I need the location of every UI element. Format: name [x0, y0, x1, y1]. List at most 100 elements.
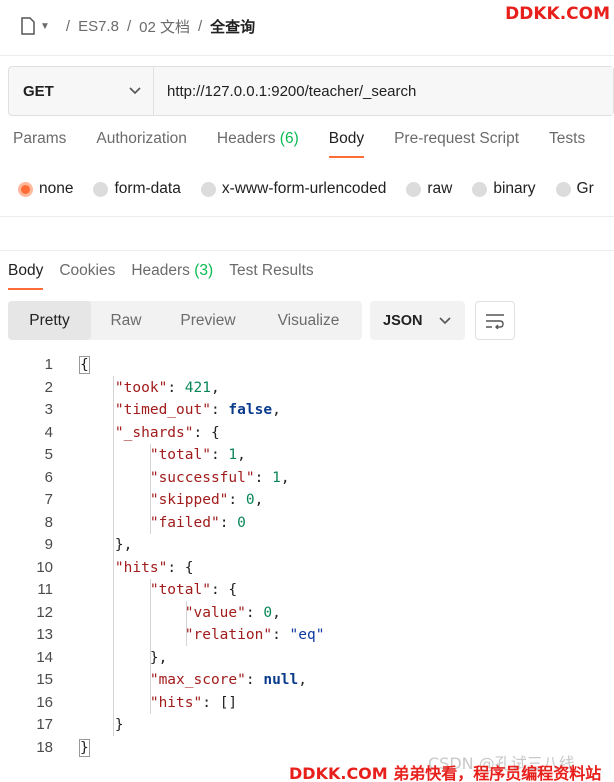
- radio-dot: [18, 181, 33, 197]
- code-text: "total": 1,: [149, 447, 246, 463]
- line-number: 5: [44, 446, 53, 463]
- tab-pre-request-script[interactable]: Pre-request Script: [394, 130, 519, 158]
- tab-response-headers[interactable]: Headers (3): [131, 262, 213, 290]
- line-number: 10: [36, 558, 53, 576]
- line-number: 11: [37, 581, 53, 598]
- code-line: 15 "max_score": null,: [0, 669, 614, 692]
- chevron-down-icon[interactable]: ▼: [40, 21, 50, 32]
- line-number: 18: [36, 738, 53, 756]
- method-label: GET: [23, 82, 54, 100]
- divider: [0, 55, 614, 56]
- code-line: 9 },: [0, 534, 614, 557]
- code-text: "timed_out": false,: [114, 402, 281, 418]
- line-number: 13: [36, 626, 53, 643]
- code-line: 12 "value": 0,: [0, 602, 614, 625]
- chevron-down-icon: [129, 87, 141, 95]
- line-number: 3: [44, 401, 53, 418]
- code-line: 6 "successful": 1,: [0, 467, 614, 490]
- view-pretty-button[interactable]: Pretty: [8, 301, 91, 340]
- code-line: 1{: [0, 354, 614, 377]
- code-line: 11 "total": {: [0, 579, 614, 602]
- radio-raw[interactable]: raw: [406, 180, 452, 198]
- code-line: 8 "failed": 0: [0, 512, 614, 535]
- format-label: JSON: [383, 312, 423, 329]
- line-number: 4: [44, 423, 53, 441]
- line-number: 15: [36, 671, 53, 688]
- tab-tests[interactable]: Tests: [549, 130, 585, 158]
- code-text: "skipped": 0,: [149, 492, 264, 508]
- tab-body[interactable]: Body: [328, 130, 365, 158]
- code-text: "total": {: [149, 582, 238, 598]
- code-line: 10 "hits": {: [0, 557, 614, 580]
- response-tabs: Body Cookies Headers (3) Test Results: [8, 262, 330, 290]
- request-tabs: Params Authorization Headers (6) Body Pr…: [13, 130, 614, 158]
- breadcrumb-item-collection[interactable]: ES7.8: [78, 18, 119, 35]
- body-type-options: none form-data x-www-form-urlencoded raw…: [18, 180, 614, 198]
- breadcrumb-item-folder[interactable]: 02 文档: [139, 16, 190, 37]
- code-line: 17 }: [0, 714, 614, 737]
- view-raw-button[interactable]: Raw: [91, 301, 161, 340]
- code-line: 16 "hits": []: [0, 692, 614, 715]
- code-text: }: [80, 717, 124, 733]
- radio-dot: [406, 181, 422, 197]
- breadcrumb: ▼ / ES7.8 / 02 文档 / 全查询: [20, 12, 255, 40]
- line-number: 14: [36, 648, 53, 666]
- headers-count: (6): [279, 130, 299, 147]
- view-visualize-button[interactable]: Visualize: [255, 301, 362, 340]
- code-text: "value": 0,: [184, 604, 281, 621]
- line-number: 16: [36, 693, 53, 711]
- line-number: 6: [44, 468, 53, 486]
- code-line: 5 "total": 1,: [0, 444, 614, 467]
- code-text: "max_score": null,: [149, 672, 307, 688]
- code-text: "took": 421,: [114, 379, 220, 396]
- watermark-bottom: DDKK.COM 弟弟快看，程序员编程资料站: [289, 764, 602, 782]
- tab-authorization[interactable]: Authorization: [96, 130, 186, 158]
- code-text: "hits": {: [114, 559, 194, 576]
- line-number: 9: [44, 536, 53, 553]
- tab-headers[interactable]: Headers (6): [217, 130, 299, 158]
- document-icon: [21, 17, 35, 35]
- code-text: "relation": "eq": [184, 627, 325, 643]
- code-text: {: [79, 356, 90, 374]
- radio-binary[interactable]: binary: [472, 180, 536, 198]
- request-bar: GET http://127.0.0.1:9200/teacher/_searc…: [8, 66, 614, 116]
- tab-params[interactable]: Params: [13, 130, 66, 158]
- line-number: 2: [44, 378, 53, 396]
- wrap-lines-button[interactable]: [475, 301, 515, 340]
- radio-dot: [472, 181, 488, 197]
- method-select[interactable]: GET: [9, 67, 154, 115]
- code-line: 7 "skipped": 0,: [0, 489, 614, 512]
- response-body-viewer[interactable]: 1{ 2 "took": 421, 3 "timed_out": false, …: [0, 354, 614, 759]
- format-select[interactable]: JSON: [370, 301, 465, 340]
- code-text: "failed": 0: [149, 514, 246, 531]
- line-number: 8: [44, 513, 53, 531]
- tab-cookies[interactable]: Cookies: [59, 262, 115, 290]
- radio-none[interactable]: none: [18, 180, 73, 198]
- code-text: },: [80, 649, 168, 666]
- code-text: "hits": []: [149, 694, 238, 711]
- code-text: }: [79, 738, 90, 757]
- code-line: 3 "timed_out": false,: [0, 399, 614, 422]
- radio-dot: [93, 181, 109, 197]
- url-input[interactable]: http://127.0.0.1:9200/teacher/_search: [154, 67, 613, 115]
- watermark-top: DDKK.COM: [505, 4, 610, 24]
- response-headers-count: (3): [194, 262, 214, 279]
- radio-form-data[interactable]: form-data: [93, 180, 181, 198]
- divider: [0, 216, 614, 217]
- breadcrumb-current: 全查询: [210, 18, 256, 36]
- code-line: 2 "took": 421,: [0, 377, 614, 400]
- divider: [0, 250, 614, 251]
- code-text: "_shards": {: [114, 424, 220, 441]
- line-number: 17: [36, 716, 53, 733]
- radio-dot: [555, 181, 571, 197]
- tab-response-body[interactable]: Body: [8, 262, 44, 290]
- code-line: 4 "_shards": {: [0, 422, 614, 445]
- code-line: 14 },: [0, 647, 614, 670]
- radio-graphql[interactable]: Gr: [555, 180, 594, 198]
- radio-dot: [200, 181, 216, 197]
- radio-x-www-form-urlencoded[interactable]: x-www-form-urlencoded: [200, 180, 386, 198]
- view-preview-button[interactable]: Preview: [161, 301, 255, 340]
- code-line: 13 "relation": "eq": [0, 624, 614, 647]
- tab-test-results[interactable]: Test Results: [229, 262, 313, 290]
- line-number: 7: [44, 491, 53, 508]
